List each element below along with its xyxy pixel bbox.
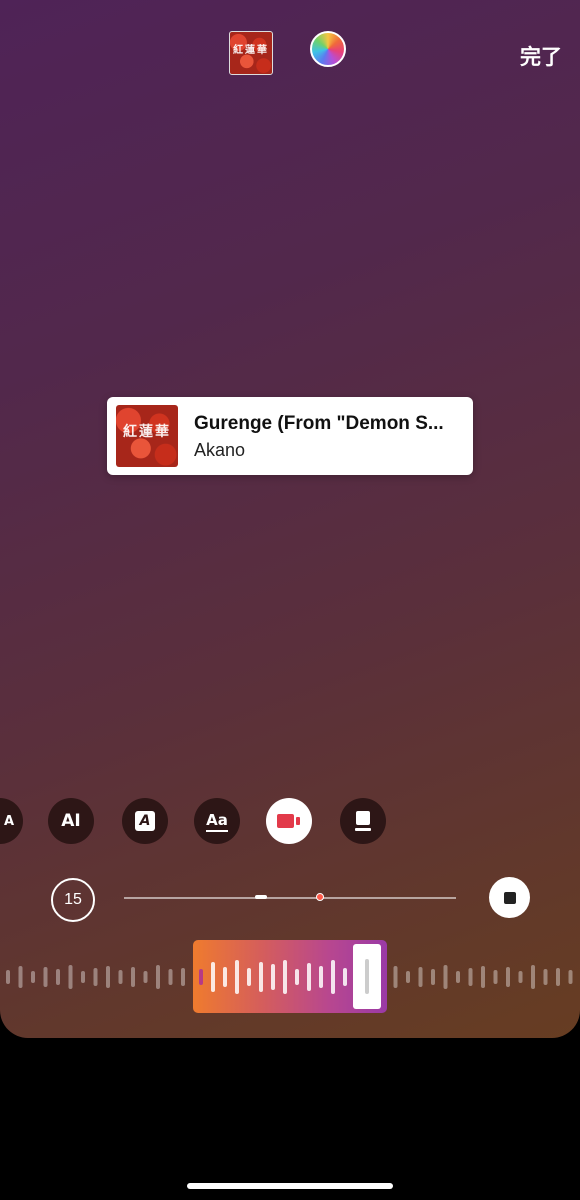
selected-waveform-bar [307, 963, 311, 991]
style-album-card-button[interactable] [266, 798, 312, 844]
scrub-position-marker [316, 893, 324, 901]
text-a-icon: A [3, 813, 15, 829]
waveform-bar [518, 971, 523, 983]
selected-waveform-bar [343, 968, 347, 986]
waveform-bar [56, 969, 60, 985]
waveform-bar [168, 969, 173, 985]
album-card-icon [277, 814, 300, 828]
waveform-bar [43, 967, 48, 987]
album-square-icon [355, 811, 371, 831]
home-indicator[interactable] [187, 1183, 393, 1189]
selected-waveform-bar [211, 962, 215, 992]
waveform-bar [131, 967, 135, 987]
scrub-track[interactable] [124, 897, 456, 899]
album-art-thumbnail[interactable]: 紅蓮華 [229, 31, 273, 75]
selected-waveform-bar [283, 960, 287, 994]
boxed-a-icon: A [135, 811, 155, 831]
waveform-bar [456, 971, 460, 983]
waveform-bar [68, 965, 73, 989]
song-artist: Akano [194, 440, 246, 460]
waveform-bar [481, 966, 485, 988]
selected-waveform-bar [247, 968, 251, 986]
selected-waveform-bar [199, 969, 203, 985]
duration-label: 15 [64, 891, 82, 908]
waveform-bar [406, 971, 410, 983]
text-aa-icon: Aa [206, 811, 228, 832]
song-title: Gurenge (From "Demon S... [194, 413, 444, 434]
duration-button[interactable]: 15 [51, 878, 95, 922]
done-button[interactable]: 完了 [520, 41, 562, 71]
waveform-bar [506, 967, 510, 987]
selected-waveform-bar [271, 964, 275, 990]
selected-waveform-bar [295, 969, 299, 985]
selected-waveform-bar [259, 962, 263, 992]
story-canvas[interactable]: 紅蓮華 完了 紅蓮華 Gurenge (From "Demon S... Aka… [0, 0, 580, 1038]
style-text-ai-button[interactable]: AI [48, 798, 94, 844]
clip-end-handle[interactable] [353, 944, 381, 1009]
style-text-aa-button[interactable]: Aa [194, 798, 240, 844]
waveform-bar [418, 967, 423, 987]
waveform-bar [143, 971, 148, 983]
waveform-bar [543, 969, 548, 985]
waveform-bar [106, 966, 110, 988]
waveform-bar [531, 965, 535, 989]
color-wheel-icon[interactable] [310, 31, 346, 67]
waveform-bar [18, 966, 23, 988]
stop-icon [503, 891, 516, 904]
waveform-bar [393, 966, 398, 988]
waveform-bar [118, 970, 123, 984]
style-text-a-button[interactable]: A [0, 798, 23, 844]
waveform-bar [468, 968, 473, 986]
stop-button[interactable] [489, 877, 530, 918]
waveform-bar [493, 970, 498, 984]
waveform-bar [568, 970, 573, 984]
sticker-album-art: 紅蓮華 [116, 405, 178, 467]
style-text-boxed-a-button[interactable]: A [122, 798, 168, 844]
selected-waveform-bar [331, 960, 335, 994]
sticker-album-art-text: 紅蓮華 [123, 424, 171, 441]
selected-waveform-bar [223, 967, 227, 987]
waveform-bar [556, 968, 560, 986]
scrub-handle[interactable] [255, 895, 267, 899]
waveform-bar [93, 968, 98, 986]
waveform-bar [156, 965, 160, 989]
selected-waveform-bar [235, 960, 239, 994]
waveform-bar [181, 968, 185, 986]
selected-waveform-bar [319, 966, 323, 988]
waveform-bar [81, 971, 85, 983]
waveform-bar [31, 971, 35, 983]
waveform-bar [431, 969, 435, 985]
waveform-bar [443, 965, 448, 989]
text-ai-icon: AI [61, 811, 81, 831]
album-art-text: 紅蓮華 [233, 45, 269, 57]
style-album-square-button[interactable] [340, 798, 386, 844]
waveform-bar [6, 970, 10, 984]
music-sticker[interactable]: 紅蓮華 Gurenge (From "Demon S... Akano [107, 397, 473, 475]
handle-grip-icon [365, 959, 369, 994]
clip-selection[interactable] [193, 940, 387, 1013]
